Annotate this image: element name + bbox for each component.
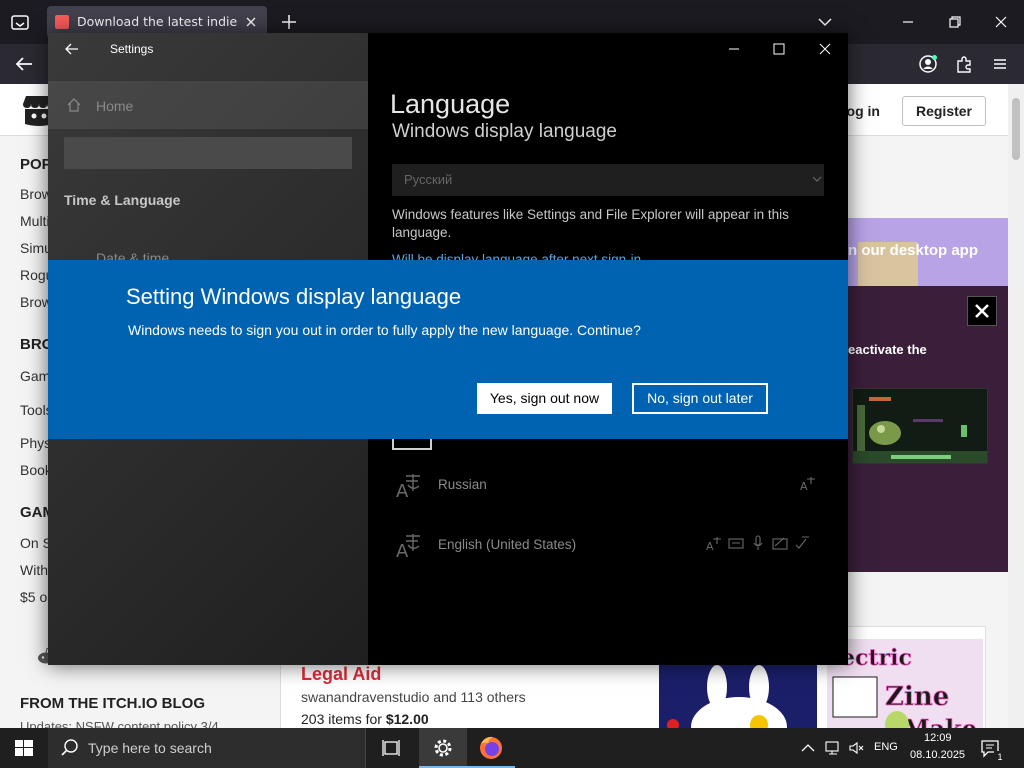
home-label: Home bbox=[96, 98, 134, 114]
tab-title: Download the latest indie games bbox=[77, 14, 237, 29]
section-title: Time & Language bbox=[64, 192, 181, 208]
browser-restore-icon[interactable] bbox=[945, 12, 965, 32]
bundle-price: $12.00 bbox=[385, 711, 429, 727]
taskbar-search-box[interactable]: Type here to search bbox=[48, 728, 366, 768]
blog-heading: FROM THE ITCH.IO BLOG bbox=[20, 695, 205, 712]
bundle-art-bunny bbox=[659, 665, 817, 728]
network-icon[interactable] bbox=[825, 740, 841, 756]
input-language-indicator[interactable]: ENG bbox=[874, 741, 898, 753]
display-language-heading: Windows display language bbox=[392, 121, 617, 142]
notification-count-badge: 1 bbox=[994, 751, 1006, 763]
svg-text:Make: Make bbox=[903, 714, 977, 728]
language-description: Windows features like Settings and File … bbox=[392, 207, 789, 240]
sign-out-now-button[interactable]: Yes, sign out now bbox=[477, 383, 612, 414]
sign-out-later-button[interactable]: No, sign out later bbox=[632, 383, 768, 414]
speech-feature-icon bbox=[728, 535, 744, 551]
handwriting-icon bbox=[772, 535, 788, 551]
scroll-thumb[interactable] bbox=[1012, 98, 1020, 160]
back-arrow-icon[interactable] bbox=[64, 41, 80, 57]
language-row-english[interactable]: A English (United States) A bbox=[392, 531, 824, 571]
clock-date[interactable]: 08.10.2025 bbox=[910, 749, 965, 761]
task-view-icon[interactable] bbox=[368, 728, 416, 768]
dialog-title: Setting Windows display language bbox=[126, 284, 462, 309]
chevron-down-icon bbox=[812, 174, 822, 184]
language-row-russian[interactable]: A Russian A bbox=[392, 471, 824, 511]
page-heading: Language bbox=[390, 89, 511, 119]
tab-close-icon[interactable] bbox=[243, 14, 259, 30]
language-name: English (United States) bbox=[438, 537, 577, 552]
settings-title-bar: Settings bbox=[48, 33, 848, 65]
extensions-puzzle-icon[interactable] bbox=[954, 54, 974, 74]
svg-text:ectric: ectric bbox=[841, 645, 912, 671]
svg-text:A: A bbox=[396, 541, 409, 559]
dropdown-value: Русский bbox=[404, 172, 453, 187]
microphone-icon bbox=[750, 535, 766, 551]
bundle-items-price: 203 items for $12.00 bbox=[301, 711, 429, 727]
promo-body-text: eactivate the bbox=[848, 342, 927, 357]
settings-search-input[interactable] bbox=[64, 137, 352, 169]
display-language-dropdown[interactable]: Русский bbox=[392, 164, 824, 196]
menu-hamburger-icon[interactable] bbox=[990, 54, 1010, 74]
home-icon bbox=[66, 97, 82, 113]
itch-favicon-icon bbox=[55, 15, 69, 29]
clock-time[interactable]: 12:09 bbox=[924, 732, 952, 744]
bundle-art-zine: ectric Zine Make bbox=[827, 639, 983, 728]
settings-maximize-icon[interactable] bbox=[771, 41, 787, 57]
show-hidden-icons-chevron-icon[interactable] bbox=[800, 740, 816, 756]
promo-text: n our desktop app bbox=[848, 242, 979, 259]
volume-muted-icon[interactable] bbox=[848, 740, 864, 756]
tab-list-icon[interactable] bbox=[10, 12, 30, 32]
display-language-feature-icon: A bbox=[800, 475, 816, 491]
spellcheck-icon bbox=[794, 535, 810, 551]
language-glyph-icon: A bbox=[396, 531, 422, 559]
sign-out-dialog: Setting Windows display language Windows… bbox=[48, 260, 848, 439]
blog-post-link[interactable]: Updates: NSFW content policy 3/4 bbox=[20, 719, 219, 728]
bundle-items-count: 203 items for bbox=[301, 711, 386, 727]
bundle-title[interactable]: Legal Aid bbox=[301, 664, 381, 685]
windows-start-icon[interactable] bbox=[0, 728, 48, 768]
language-glyph-icon: A bbox=[396, 471, 422, 499]
display-language-feature-icon: A bbox=[706, 535, 722, 551]
svg-text:Zine: Zine bbox=[885, 682, 949, 712]
svg-text:A: A bbox=[800, 480, 808, 491]
nav-item-home[interactable]: Home bbox=[48, 81, 368, 129]
search-placeholder: Type here to search bbox=[88, 740, 212, 756]
language-name: Russian bbox=[438, 477, 487, 492]
back-arrow-icon[interactable] bbox=[14, 55, 34, 73]
promo-close-icon[interactable] bbox=[967, 296, 997, 326]
firefox-icon[interactable] bbox=[467, 728, 515, 768]
search-icon bbox=[60, 738, 80, 758]
game-screenshot bbox=[852, 388, 988, 464]
register-button[interactable]: Register bbox=[902, 96, 986, 126]
bundle-others: and 113 others bbox=[429, 689, 526, 705]
list-all-tabs-chevron-icon[interactable] bbox=[817, 14, 833, 30]
svg-text:A: A bbox=[396, 481, 409, 499]
taskbar: Type here to search ENG 12:09 08.10.2025… bbox=[0, 728, 1024, 768]
browser-minimize-icon[interactable] bbox=[898, 12, 918, 32]
settings-gear-icon[interactable] bbox=[419, 728, 467, 768]
promo-popup: eactivate the bbox=[848, 286, 1008, 572]
dialog-message: Windows needs to sign you out in order t… bbox=[128, 322, 641, 338]
account-icon[interactable] bbox=[918, 54, 938, 74]
settings-minimize-icon[interactable] bbox=[726, 41, 742, 57]
bundle-authors: swanandravenstudio and 113 others bbox=[301, 689, 526, 705]
bundle-author[interactable]: swanandravenstudio bbox=[301, 689, 429, 705]
desktop-app-promo[interactable]: n our desktop app bbox=[848, 218, 1008, 286]
svg-text:A: A bbox=[706, 540, 714, 551]
browser-close-icon[interactable] bbox=[991, 12, 1011, 32]
sidebar-link[interactable]: With bbox=[20, 562, 48, 578]
new-tab-plus-icon[interactable] bbox=[280, 13, 298, 31]
settings-close-icon[interactable] bbox=[817, 41, 833, 57]
page-scrollbar[interactable] bbox=[1008, 84, 1024, 728]
settings-window-title: Settings bbox=[110, 42, 154, 56]
